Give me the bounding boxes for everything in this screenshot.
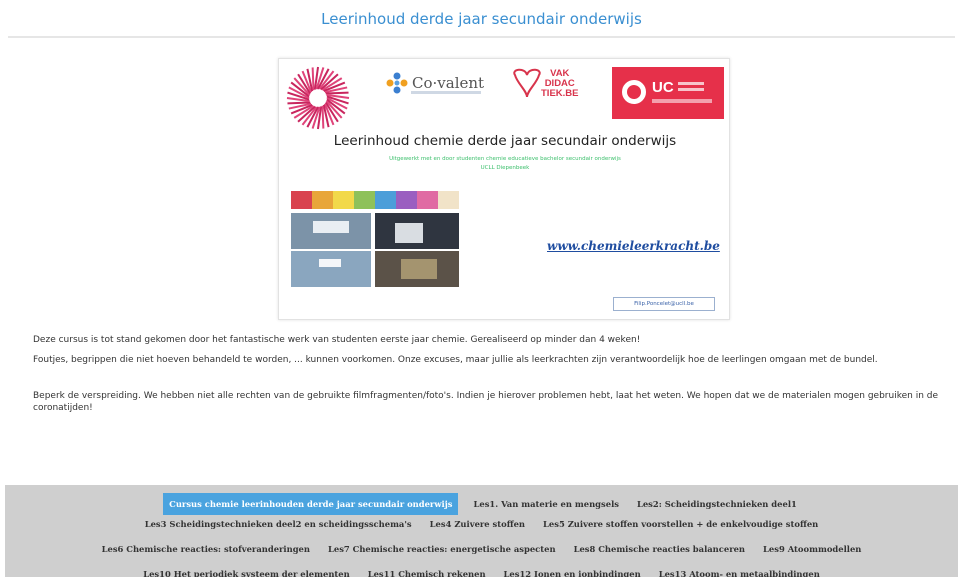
nav-row: Les10 Het periodiek systeem der elemente…	[5, 569, 958, 577]
nav-row: Les6 Chemische reacties: stofverandering…	[5, 544, 958, 554]
sunburst-logo-icon	[286, 66, 350, 130]
covalent-tagline	[411, 91, 481, 94]
nav-link-les3[interactable]: Les3 Scheidingstechnieken deel2 en schei…	[142, 519, 415, 529]
nav-link-les5[interactable]: Les5 Zuivere stoffen voorstellen + de en…	[540, 519, 821, 529]
page-title: Leerinhoud derde jaar secundair onderwij…	[321, 10, 642, 28]
intro-paragraph-2: Foutjes, begrippen die niet hoeven behan…	[33, 355, 878, 365]
intro-paragraph-3: Beperk de verspreiding. We hebben niet a…	[33, 391, 939, 413]
contact-email: Filip.Poncelet@ucll.be	[613, 297, 715, 311]
banner-subline: Uitgewerkt met en door studenten chemie …	[389, 156, 621, 162]
banner-subline-location: UCLL Diepenbeek	[480, 165, 530, 171]
website-url: www.chemieleerkracht.be	[547, 239, 720, 253]
ucll-logo-text: UC	[652, 79, 674, 96]
ucll-logo: UC	[612, 67, 724, 119]
photo-collage	[291, 213, 459, 287]
nav-link-les10[interactable]: Les10 Het periodiek systeem der elemente…	[140, 569, 353, 577]
vakdidactiek-logo-text: VAK DIDAC TIEK.BE	[541, 68, 579, 99]
covalent-molecule-icon	[386, 72, 408, 94]
intro-paragraph-1: Deze cursus is tot stand gekomen door he…	[33, 335, 641, 345]
nav-link-les7[interactable]: Les7 Chemische reacties: energetische as…	[325, 544, 559, 554]
covalent-logo-text: Co·valent	[412, 74, 485, 92]
nav-link-les11[interactable]: Les11 Chemisch rekenen	[365, 569, 489, 577]
nav-row: Cursus chemie leerinhouden derde jaar se…	[5, 493, 958, 515]
course-banner-image: Co·valent VAK DIDAC TIEK.BE UC Leerinhou…	[278, 58, 730, 320]
title-divider	[8, 36, 955, 38]
nav-link-les8[interactable]: Les8 Chemische reacties balanceren	[571, 544, 748, 554]
ucll-circle-icon	[622, 80, 646, 104]
photo-strip	[291, 191, 459, 209]
nav-link-les4[interactable]: Les4 Zuivere stoffen	[427, 519, 528, 529]
nav-link-les6[interactable]: Les6 Chemische reacties: stofverandering…	[99, 544, 313, 554]
nav-link-les12[interactable]: Les12 Ionen en ionbindingen	[501, 569, 644, 577]
nav-link-cursus[interactable]: Cursus chemie leerinhouden derde jaar se…	[163, 493, 459, 515]
course-navigation: Cursus chemie leerinhouden derde jaar se…	[5, 485, 958, 577]
nav-link-les9[interactable]: Les9 Atoommodellen	[760, 544, 864, 554]
nav-link-les13[interactable]: Les13 Atoom- en metaalbindingen	[656, 569, 823, 577]
nav-link-les1[interactable]: Les1. Van materie en mengsels	[470, 493, 621, 515]
nav-link-les2[interactable]: Les2: Scheidingstechnieken deel1	[634, 493, 800, 515]
banner-heading: Leerinhoud chemie derde jaar secundair o…	[333, 133, 677, 149]
nav-row: Les3 Scheidingstechnieken deel2 en schei…	[5, 519, 958, 529]
